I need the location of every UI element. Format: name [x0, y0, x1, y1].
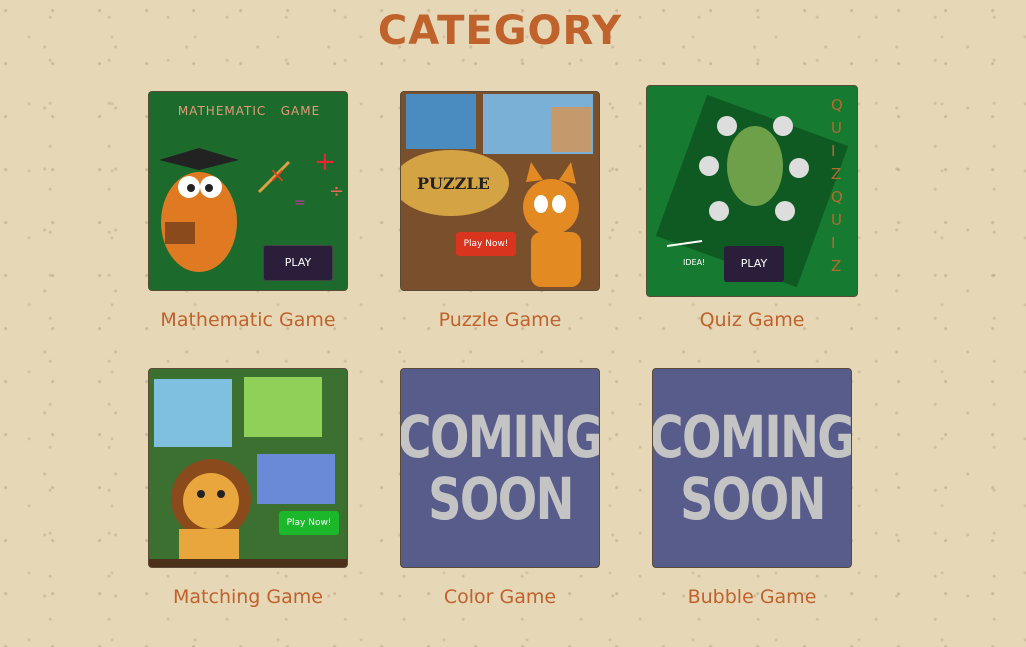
game-card-bubble[interactable]: COMING SOON Bubble Game	[652, 368, 852, 608]
lion-illustration	[149, 369, 347, 567]
quiz-thumb-title: QUIZQUIZ	[831, 96, 843, 275]
matching-game-thumbnail[interactable]: Play Now!	[148, 368, 348, 568]
game-card-quiz[interactable]: QUIZQUIZ IDEA! PLAY Quiz Game	[646, 85, 858, 331]
bubble-game-label[interactable]: Bubble Game	[652, 586, 852, 608]
game-card-matching[interactable]: Play Now! Matching Game	[148, 368, 348, 608]
quiz-game-label[interactable]: Quiz Game	[646, 309, 858, 331]
puzzle-thumb-title: PUZZLE	[417, 174, 490, 193]
color-game-label[interactable]: Color Game	[400, 586, 600, 608]
svg-text:=: =	[294, 195, 306, 211]
matching-play-button[interactable]: Play Now!	[279, 511, 339, 535]
mathematic-game-label[interactable]: Mathematic Game	[148, 309, 348, 331]
quiz-game-thumbnail[interactable]: QUIZQUIZ IDEA! PLAY	[646, 85, 858, 297]
coming-soon-line1: COMING	[652, 403, 852, 471]
puzzle-play-button[interactable]: Play Now!	[456, 232, 516, 256]
coming-soon-line2: SOON	[679, 465, 826, 533]
idea-label: IDEA!	[683, 258, 706, 267]
svg-text:+: +	[314, 147, 336, 177]
puzzle-game-thumbnail[interactable]: PUZZLE Play Now!	[400, 91, 600, 291]
color-game-thumbnail[interactable]: COMING SOON	[400, 368, 600, 568]
page-title: CATEGORY	[377, 8, 623, 54]
svg-text:×: ×	[269, 163, 286, 187]
game-card-puzzle[interactable]: PUZZLE Play Now! Puzzle Game	[400, 91, 600, 331]
mathematic-game-thumbnail[interactable]: MATHEMATIC GAME + × ÷ = PLAY	[148, 91, 348, 291]
svg-text:÷: ÷	[329, 181, 344, 202]
mathematic-play-button[interactable]: PLAY	[263, 245, 333, 281]
puzzle-game-label[interactable]: Puzzle Game	[400, 309, 600, 331]
matching-game-label[interactable]: Matching Game	[148, 586, 348, 608]
coming-soon-line2: SOON	[427, 465, 574, 533]
coming-soon-line1: COMING	[400, 403, 600, 471]
game-card-color[interactable]: COMING SOON Color Game	[400, 368, 600, 608]
game-card-mathematic[interactable]: MATHEMATIC GAME + × ÷ = PLAY Mathematic …	[148, 91, 348, 331]
bubble-game-thumbnail[interactable]: COMING SOON	[652, 368, 852, 568]
quiz-play-button[interactable]: PLAY	[724, 246, 784, 282]
